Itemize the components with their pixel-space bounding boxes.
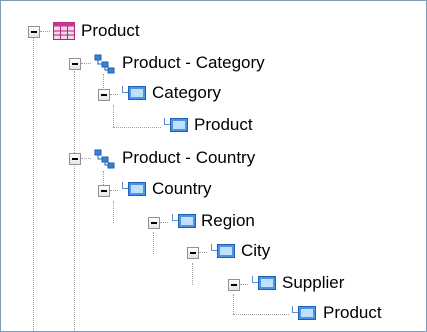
level-icon (128, 86, 146, 100)
tree-guide-line (74, 71, 75, 331)
tree-view[interactable]: Product Product - Category Category Prod… (0, 0, 427, 332)
tree-connector (199, 252, 207, 253)
node-label: Product (81, 21, 140, 40)
tree-connector (233, 314, 289, 315)
tree-connector (81, 63, 91, 64)
hierarchy-icon (94, 54, 115, 74)
level-icon (217, 244, 235, 258)
collapse-toggle[interactable] (98, 89, 110, 101)
collapse-toggle[interactable] (28, 26, 40, 38)
level-icon (258, 276, 276, 290)
tree-connector (113, 127, 161, 128)
node-label: Product - Country (122, 148, 256, 167)
tree-connector (160, 222, 168, 223)
node-label: Product - Category (122, 53, 265, 72)
collapse-toggle[interactable] (228, 279, 240, 291)
collapse-toggle[interactable] (187, 247, 199, 259)
node-label: Region (201, 211, 255, 230)
node-label: Product (194, 115, 253, 134)
tree-guide-line (113, 201, 114, 223)
tree-guide-line (153, 232, 154, 254)
node-label: City (241, 241, 271, 260)
node-label: Country (152, 179, 212, 198)
collapse-toggle[interactable] (69, 153, 81, 165)
tree-guide-line (233, 294, 234, 314)
collapse-toggle[interactable] (69, 58, 81, 70)
tree-connector (110, 94, 118, 95)
table-icon (53, 22, 75, 40)
node-label: Product (323, 303, 382, 322)
tree-connector (240, 284, 248, 285)
collapse-toggle[interactable] (98, 185, 110, 197)
collapse-toggle[interactable] (148, 217, 160, 229)
tree-connector (40, 31, 50, 32)
tree-connector (110, 190, 118, 191)
node-label: Supplier (282, 273, 345, 292)
level-icon (128, 182, 146, 196)
tree-guide-line (33, 37, 34, 331)
level-icon (178, 214, 196, 228)
hierarchy-icon (94, 149, 115, 169)
tree-guide-line (192, 263, 193, 285)
level-icon (170, 118, 188, 132)
tree-guide-line (113, 105, 114, 127)
tree-connector (81, 158, 91, 159)
level-icon (298, 306, 316, 320)
node-label: Category (152, 83, 221, 102)
